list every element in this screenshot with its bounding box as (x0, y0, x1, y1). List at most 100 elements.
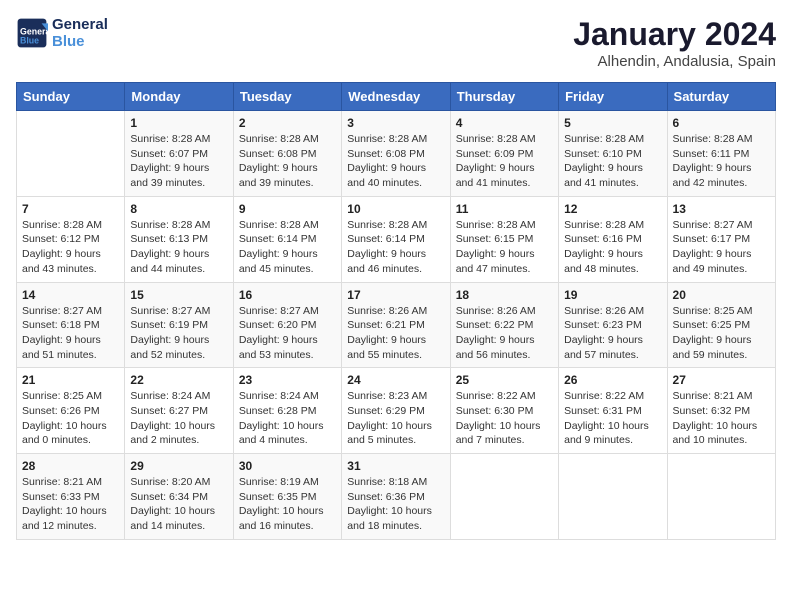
cell-day-info: Sunrise: 8:28 AM Sunset: 6:07 PM Dayligh… (130, 132, 227, 191)
cell-day-info: Sunrise: 8:26 AM Sunset: 6:21 PM Dayligh… (347, 304, 444, 363)
cell-day-info: Sunrise: 8:24 AM Sunset: 6:28 PM Dayligh… (239, 389, 336, 448)
calendar-cell (450, 454, 558, 540)
cell-day-info: Sunrise: 8:27 AM Sunset: 6:19 PM Dayligh… (130, 304, 227, 363)
cell-day-info: Sunrise: 8:26 AM Sunset: 6:23 PM Dayligh… (564, 304, 661, 363)
cell-day-number: 16 (239, 288, 336, 302)
cell-day-number: 10 (347, 202, 444, 216)
cell-day-number: 27 (673, 373, 770, 387)
cell-day-number: 15 (130, 288, 227, 302)
calendar-cell: 21 Sunrise: 8:25 AM Sunset: 6:26 PM Dayli… (17, 368, 125, 454)
calendar-cell: 20Sunrise: 8:25 AM Sunset: 6:25 PM Dayli… (667, 282, 775, 368)
cell-day-number: 21 (22, 373, 119, 387)
day-header-wednesday: Wednesday (342, 83, 450, 111)
calendar-cell: 18 Sunrise: 8:26 AM Sunset: 6:22 PM Dayli… (450, 282, 558, 368)
cell-day-number: 26 (564, 373, 661, 387)
cell-day-info: Sunrise: 8:18 AM Sunset: 6:36 PM Dayligh… (347, 475, 444, 534)
cell-day-number: 24 (347, 373, 444, 387)
cell-day-info: Sunrise: 8:28 AM Sunset: 6:08 PM Dayligh… (347, 132, 444, 191)
week-row-1: 1 Sunrise: 8:28 AM Sunset: 6:07 PM Daylig… (17, 111, 776, 197)
cell-day-number: 7 (22, 202, 119, 216)
day-header-friday: Friday (559, 83, 667, 111)
calendar-cell: 26Sunrise: 8:22 AM Sunset: 6:31 PM Dayli… (559, 368, 667, 454)
day-header-tuesday: Tuesday (233, 83, 341, 111)
cell-day-number: 22 (130, 373, 227, 387)
cell-day-info: Sunrise: 8:22 AM Sunset: 6:30 PM Dayligh… (456, 389, 553, 448)
calendar-cell: 7 Sunrise: 8:28 AM Sunset: 6:12 PM Daylig… (17, 196, 125, 282)
day-header-saturday: Saturday (667, 83, 775, 111)
calendar-cell: 22 Sunrise: 8:24 AM Sunset: 6:27 PM Dayli… (125, 368, 233, 454)
cell-day-info: Sunrise: 8:27 AM Sunset: 6:18 PM Dayligh… (22, 304, 119, 363)
cell-day-info: Sunrise: 8:24 AM Sunset: 6:27 PM Dayligh… (130, 389, 227, 448)
cell-day-info: Sunrise: 8:26 AM Sunset: 6:22 PM Dayligh… (456, 304, 553, 363)
calendar-table: SundayMondayTuesdayWednesdayThursdayFrid… (16, 82, 776, 540)
calendar-cell: 23 Sunrise: 8:24 AM Sunset: 6:28 PM Dayli… (233, 368, 341, 454)
cell-day-number: 5 (564, 116, 661, 130)
calendar-cell: 13 Sunrise: 8:27 AM Sunset: 6:17 PM Dayli… (667, 196, 775, 282)
cell-day-info: Sunrise: 8:25 AM Sunset: 6:26 PM Dayligh… (22, 389, 119, 448)
calendar-cell: 3 Sunrise: 8:28 AM Sunset: 6:08 PM Daylig… (342, 111, 450, 197)
calendar-cell: 2 Sunrise: 8:28 AM Sunset: 6:08 PM Daylig… (233, 111, 341, 197)
cell-day-info: Sunrise: 8:28 AM Sunset: 6:08 PM Dayligh… (239, 132, 336, 191)
calendar-cell: 14 Sunrise: 8:27 AM Sunset: 6:18 PM Dayli… (17, 282, 125, 368)
cell-day-info: Sunrise: 8:28 AM Sunset: 6:13 PM Dayligh… (130, 218, 227, 277)
calendar-cell (667, 454, 775, 540)
cell-day-number: 29 (130, 459, 227, 473)
calendar-cell: 10Sunrise: 8:28 AM Sunset: 6:14 PM Dayli… (342, 196, 450, 282)
cell-day-info: Sunrise: 8:23 AM Sunset: 6:29 PM Dayligh… (347, 389, 444, 448)
cell-day-info: Sunrise: 8:20 AM Sunset: 6:34 PM Dayligh… (130, 475, 227, 534)
calendar-cell: 28Sunrise: 8:21 AM Sunset: 6:33 PM Dayli… (17, 454, 125, 540)
cell-day-number: 25 (456, 373, 553, 387)
week-row-4: 21 Sunrise: 8:25 AM Sunset: 6:26 PM Dayli… (17, 368, 776, 454)
week-row-2: 7 Sunrise: 8:28 AM Sunset: 6:12 PM Daylig… (17, 196, 776, 282)
calendar-subtitle: Alhendin, Andalusia, Spain (573, 53, 776, 70)
calendar-cell (559, 454, 667, 540)
cell-day-number: 31 (347, 459, 444, 473)
cell-day-number: 13 (673, 202, 770, 216)
cell-day-number: 28 (22, 459, 119, 473)
calendar-cell: 30 Sunrise: 8:19 AM Sunset: 6:35 PM Dayli… (233, 454, 341, 540)
cell-day-number: 23 (239, 373, 336, 387)
calendar-cell: 6Sunrise: 8:28 AM Sunset: 6:11 PM Daylig… (667, 111, 775, 197)
calendar-title: January 2024 (573, 16, 776, 53)
logo-text-line2: Blue (52, 33, 108, 50)
calendar-cell: 11 Sunrise: 8:28 AM Sunset: 6:15 PM Dayli… (450, 196, 558, 282)
cell-day-number: 20 (673, 288, 770, 302)
cell-day-number: 6 (673, 116, 770, 130)
cell-day-number: 3 (347, 116, 444, 130)
svg-text:Blue: Blue (20, 35, 39, 45)
calendar-body: 1 Sunrise: 8:28 AM Sunset: 6:07 PM Daylig… (17, 111, 776, 540)
calendar-cell: 19 Sunrise: 8:26 AM Sunset: 6:23 PM Dayli… (559, 282, 667, 368)
cell-day-number: 14 (22, 288, 119, 302)
cell-day-info: Sunrise: 8:19 AM Sunset: 6:35 PM Dayligh… (239, 475, 336, 534)
calendar-cell: 1 Sunrise: 8:28 AM Sunset: 6:07 PM Daylig… (125, 111, 233, 197)
cell-day-info: Sunrise: 8:28 AM Sunset: 6:15 PM Dayligh… (456, 218, 553, 277)
week-row-5: 28Sunrise: 8:21 AM Sunset: 6:33 PM Dayli… (17, 454, 776, 540)
page-header: General Blue General Blue January 2024 A… (16, 16, 776, 70)
cell-day-info: Sunrise: 8:27 AM Sunset: 6:17 PM Dayligh… (673, 218, 770, 277)
logo-icon: General Blue (16, 17, 48, 49)
cell-day-info: Sunrise: 8:28 AM Sunset: 6:16 PM Dayligh… (564, 218, 661, 277)
cell-day-number: 30 (239, 459, 336, 473)
day-header-sunday: Sunday (17, 83, 125, 111)
cell-day-number: 4 (456, 116, 553, 130)
calendar-cell: 8Sunrise: 8:28 AM Sunset: 6:13 PM Daylig… (125, 196, 233, 282)
cell-day-number: 2 (239, 116, 336, 130)
cell-day-info: Sunrise: 8:28 AM Sunset: 6:14 PM Dayligh… (239, 218, 336, 277)
calendar-header: SundayMondayTuesdayWednesdayThursdayFrid… (17, 83, 776, 111)
calendar-cell: 24 Sunrise: 8:23 AM Sunset: 6:29 PM Dayli… (342, 368, 450, 454)
title-block: January 2024 Alhendin, Andalusia, Spain (573, 16, 776, 70)
day-header-thursday: Thursday (450, 83, 558, 111)
calendar-cell (17, 111, 125, 197)
calendar-cell: 27Sunrise: 8:21 AM Sunset: 6:32 PM Dayli… (667, 368, 775, 454)
calendar-cell: 25 Sunrise: 8:22 AM Sunset: 6:30 PM Dayli… (450, 368, 558, 454)
calendar-cell: 31 Sunrise: 8:18 AM Sunset: 6:36 PM Dayli… (342, 454, 450, 540)
day-header-monday: Monday (125, 83, 233, 111)
cell-day-number: 9 (239, 202, 336, 216)
cell-day-number: 19 (564, 288, 661, 302)
cell-day-number: 1 (130, 116, 227, 130)
cell-day-number: 11 (456, 202, 553, 216)
cell-day-number: 18 (456, 288, 553, 302)
calendar-cell: 5Sunrise: 8:28 AM Sunset: 6:10 PM Daylig… (559, 111, 667, 197)
cell-day-info: Sunrise: 8:28 AM Sunset: 6:12 PM Dayligh… (22, 218, 119, 277)
calendar-cell: 16Sunrise: 8:27 AM Sunset: 6:20 PM Dayli… (233, 282, 341, 368)
